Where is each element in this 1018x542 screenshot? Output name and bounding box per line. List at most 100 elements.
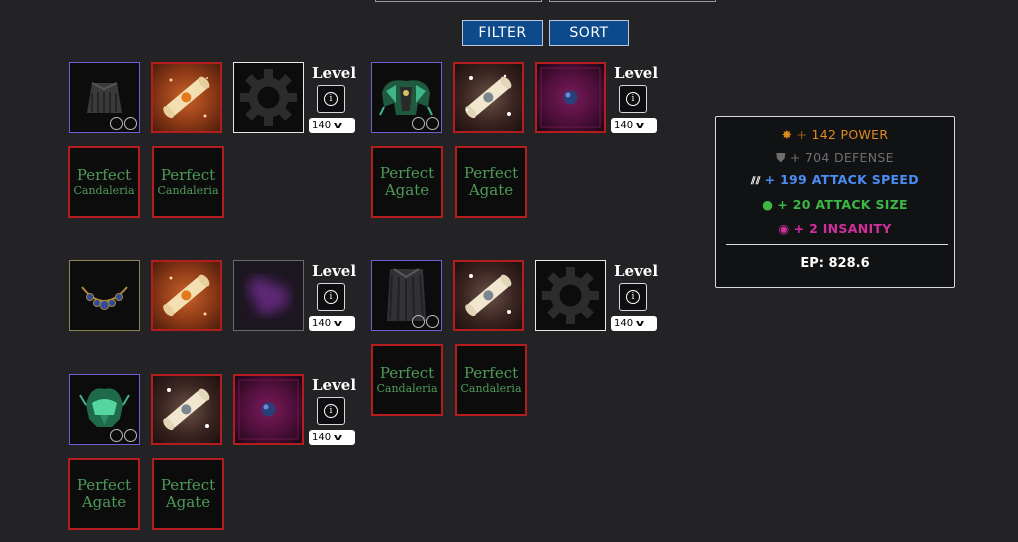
level-value: 140 (614, 318, 634, 329)
gem-slot[interactable]: Perfect Agate (371, 146, 443, 218)
stat-defense: ⛊ + 704 DEFENSE (776, 150, 894, 165)
info-icon: i (324, 290, 338, 304)
chevron-down-icon: v (635, 120, 645, 131)
ep-value: EP: 828.6 (800, 256, 870, 271)
gem-name: Candaleria (460, 382, 522, 395)
gem-name: Candaleria (376, 382, 438, 395)
speed-icon: ⫽⫽ (751, 176, 761, 187)
power-star-icon: ✸ (781, 127, 793, 142)
scroll-slot[interactable] (453, 62, 524, 133)
gem-slot[interactable]: Perfect Agate (68, 458, 140, 530)
cape-slot[interactable] (69, 62, 140, 133)
scroll-orange-icon (163, 274, 210, 317)
level-value: 140 (312, 120, 332, 131)
socket-indicators (412, 315, 439, 328)
level-select[interactable]: 140 v (309, 118, 355, 133)
empty-slot[interactable] (233, 62, 304, 133)
stats-panel: ✸ + 142 POWER ⛊ + 704 DEFENSE ⫽⫽ + 199 ATTA… (715, 116, 955, 288)
scroll-white-icon (163, 388, 210, 431)
size-orb-icon: ● (762, 197, 774, 212)
scroll-white-icon (465, 274, 512, 317)
info-icon: i (324, 404, 338, 418)
level-value: 140 (312, 318, 332, 329)
level-label: Level (614, 64, 659, 82)
gem-name: Candaleria (157, 184, 219, 197)
info-icon: i (626, 92, 640, 106)
scroll-slot[interactable] (151, 374, 222, 445)
gem-slot[interactable]: Perfect Candaleria (455, 344, 527, 416)
gem-slot[interactable]: Perfect Agate (152, 458, 224, 530)
level-value: 140 (614, 120, 634, 131)
chevron-down-icon: v (333, 318, 343, 329)
gem-quality: Perfect (463, 364, 519, 382)
stat-attack-speed: ⫽⫽ + 199 ATTACK SPEED (751, 172, 919, 187)
gem-slot[interactable]: Perfect Candaleria (68, 146, 140, 218)
level-label: Level (614, 262, 659, 280)
gear-icon (240, 69, 297, 126)
orb-slot[interactable] (535, 62, 606, 133)
gem-name: Agate (384, 181, 430, 199)
level-select[interactable]: 140 v (611, 118, 657, 133)
gem-slot[interactable]: Perfect Candaleria (152, 146, 224, 218)
scroll-slot[interactable] (151, 260, 222, 331)
gem-quality: Perfect (160, 476, 216, 494)
info-button[interactable]: i (317, 397, 345, 425)
gem-quality: Perfect (379, 164, 435, 182)
essence-slot[interactable] (233, 260, 304, 331)
purple-orb-icon (238, 379, 299, 440)
gear-icon (542, 267, 599, 324)
gem-quality: Perfect (76, 166, 132, 184)
chevron-down-icon: v (333, 432, 343, 443)
chevron-down-icon: v (635, 318, 645, 329)
level-select[interactable]: 140 v (611, 316, 657, 331)
eye-icon: ◉ (778, 221, 790, 236)
gem-quality: Perfect (379, 364, 435, 382)
level-label: Level (312, 262, 357, 280)
scroll-slot[interactable] (453, 260, 524, 331)
info-button[interactable]: i (619, 283, 647, 311)
stat-attack-size: ● + 20 ATTACK SIZE (762, 197, 908, 212)
empty-slot[interactable] (535, 260, 606, 331)
socket-indicators (110, 117, 137, 130)
stat-insanity: ◉ + 2 INSANITY (778, 221, 892, 236)
chevron-down-icon: v (333, 120, 343, 131)
sort-button[interactable]: SORT (549, 20, 629, 46)
purple-blur-icon (248, 277, 289, 315)
divider (726, 244, 948, 245)
gem-name: Agate (165, 493, 211, 511)
robe-slot[interactable] (371, 260, 442, 331)
pauldrons-slot[interactable] (371, 62, 442, 133)
shield-icon: ⛊ (776, 150, 786, 165)
level-select[interactable]: 140 v (309, 316, 355, 331)
info-button[interactable]: i (317, 283, 345, 311)
scroll-slot[interactable] (151, 62, 222, 133)
gem-quality: Perfect (160, 166, 216, 184)
filter-button[interactable]: FILTER (462, 20, 543, 46)
scroll-white-icon (465, 74, 512, 119)
gem-slot[interactable]: Perfect Agate (455, 146, 527, 218)
gem-quality: Perfect (463, 164, 519, 182)
level-label: Level (312, 376, 357, 394)
level-select[interactable]: 140 v (309, 430, 355, 445)
necklace-icon (81, 286, 128, 310)
stat-power: ✸ + 142 POWER (781, 127, 889, 142)
info-icon: i (324, 92, 338, 106)
gem-name: Agate (81, 493, 127, 511)
purple-orb-icon (540, 67, 601, 128)
necklace-slot[interactable] (69, 260, 140, 331)
gem-name: Candaleria (73, 184, 135, 197)
gem-slot[interactable]: Perfect Candaleria (371, 344, 443, 416)
info-button[interactable]: i (317, 85, 345, 113)
info-button[interactable]: i (619, 85, 647, 113)
helmet-slot[interactable] (69, 374, 140, 445)
level-value: 140 (312, 432, 332, 443)
gem-quality: Perfect (76, 476, 132, 494)
top-input-left[interactable] (375, 0, 542, 2)
socket-indicators (110, 429, 137, 442)
level-label: Level (312, 64, 357, 82)
top-input-right[interactable] (549, 0, 716, 2)
scroll-orange-icon (163, 76, 210, 119)
orb-slot[interactable] (233, 374, 304, 445)
socket-indicators (412, 117, 439, 130)
gem-name: Agate (468, 181, 514, 199)
